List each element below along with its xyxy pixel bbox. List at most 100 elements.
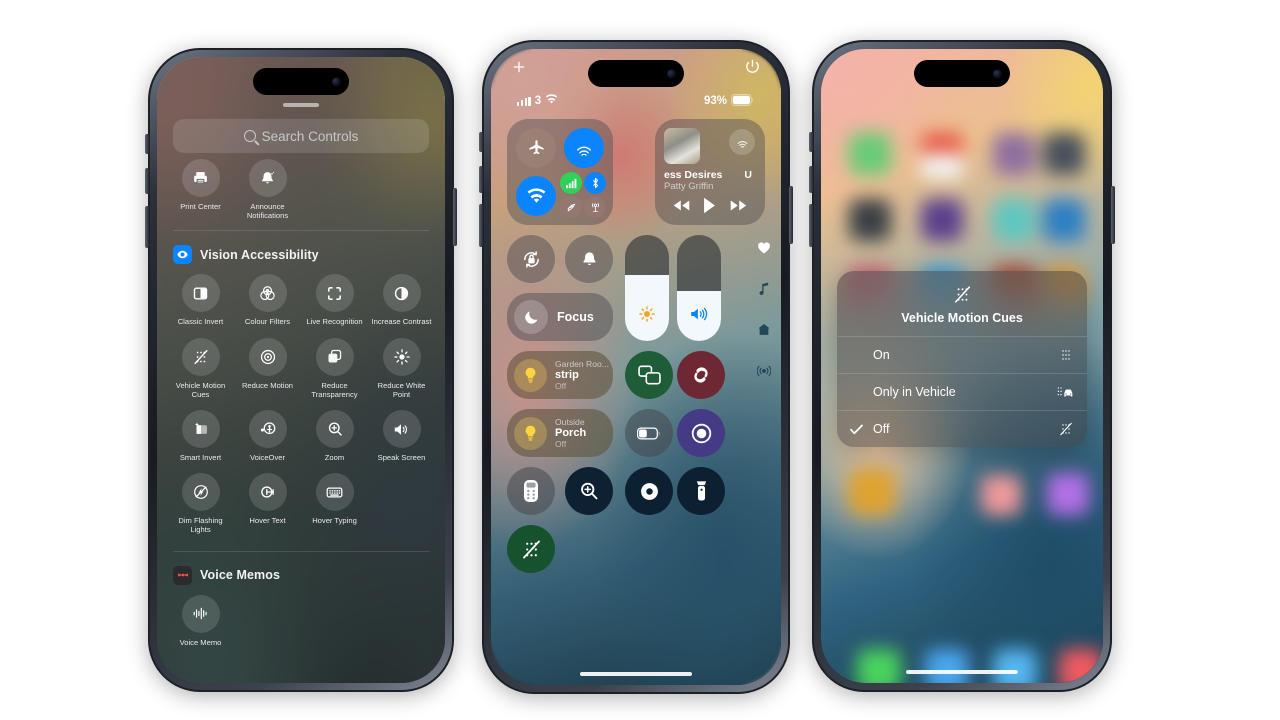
bluetooth-icon[interactable]: [584, 172, 606, 194]
screen-recording-button[interactable]: [677, 409, 725, 457]
volume-down-button[interactable]: [145, 206, 149, 248]
control-smart-invert[interactable]: Smart Invert: [167, 410, 234, 462]
action-button[interactable]: [809, 132, 813, 152]
control-classic-invert[interactable]: Classic Invert: [167, 274, 234, 326]
hover-typing-icon: [315, 473, 354, 512]
hotspot-icon[interactable]: [584, 196, 606, 218]
vehicle-motion-cues-menu[interactable]: Vehicle Motion Cues On Only in Vehicle O…: [837, 271, 1087, 447]
rewind-icon[interactable]: [673, 199, 690, 217]
increase-contrast-icon: [382, 274, 421, 313]
airdrop-icon[interactable]: [564, 128, 604, 168]
phone-center: 3 93% ess Desires U Patty Griffin Focus …: [479, 40, 793, 694]
volume-down-button[interactable]: [809, 204, 813, 247]
fast-forward-icon[interactable]: [730, 199, 747, 217]
classic-invert-icon: [181, 274, 220, 313]
control-vehicle-motion-cues[interactable]: Vehicle Motion Cues: [167, 337, 234, 399]
controls-gallery-list[interactable]: Print Center Announce Notifications Visi…: [157, 157, 445, 683]
volume-slider[interactable]: [677, 235, 721, 341]
music-note-icon[interactable]: [758, 282, 770, 300]
airplay-icon[interactable]: [729, 129, 755, 155]
control-hover-text[interactable]: Hover Text: [234, 473, 301, 534]
control-voice-memo[interactable]: Voice Memo: [167, 594, 234, 647]
control-reduce-motion[interactable]: Reduce Motion: [234, 337, 301, 399]
home-indicator[interactable]: [580, 671, 692, 676]
control-print-center[interactable]: Print Center: [167, 159, 234, 220]
control-hover-typing[interactable]: Hover Typing: [301, 473, 368, 534]
control-reduce-white-point[interactable]: Reduce White Point: [368, 337, 435, 399]
control-label: Voice Memo: [179, 637, 222, 647]
silent-mode-button[interactable]: [565, 235, 613, 283]
menu-option-off[interactable]: Off: [837, 410, 1087, 447]
control-voiceover[interactable]: VoiceOver: [234, 410, 301, 462]
plus-icon[interactable]: [511, 59, 527, 75]
section-header-voice-memos: Voice Memos: [157, 565, 445, 585]
action-button[interactable]: [479, 132, 483, 152]
cellular-icon[interactable]: [560, 172, 582, 194]
vehicle-motion-cues-icon: [181, 337, 220, 376]
broadcast-icon[interactable]: [756, 364, 772, 382]
satellite-icon[interactable]: [560, 196, 582, 218]
search-input[interactable]: Search Controls: [173, 119, 429, 153]
control-live-recognition[interactable]: Live Recognition: [301, 274, 368, 326]
search-placeholder: Search Controls: [261, 128, 359, 144]
heart-icon[interactable]: [757, 241, 771, 259]
screen-mirroring-button[interactable]: [625, 351, 673, 399]
control-colour-filters[interactable]: Colour Filters: [234, 274, 301, 326]
control-label: Dim Flashing Lights: [178, 516, 223, 535]
volume-up-button[interactable]: [479, 166, 483, 193]
menu-option-only-in-vehicle[interactable]: Only in Vehicle: [837, 373, 1087, 410]
shazam-button[interactable]: [677, 351, 725, 399]
action-button[interactable]: [145, 134, 149, 154]
power-button[interactable]: [1111, 186, 1115, 244]
power-icon[interactable]: [744, 58, 761, 75]
control-label: Reduce White Point: [377, 380, 426, 399]
home-tile-outside-porch[interactable]: Outside Porch Off: [507, 409, 613, 457]
voice-memos-icon: [173, 565, 192, 585]
control-label: VoiceOver: [249, 453, 286, 463]
page-indicator: [756, 241, 772, 382]
now-playing-module[interactable]: ess Desires U Patty Griffin: [655, 119, 765, 225]
flashlight-button[interactable]: [677, 467, 725, 515]
control-dim-flashing-lights[interactable]: Dim Flashing Lights: [167, 473, 234, 534]
control-increase-contrast[interactable]: Increase Contrast: [368, 274, 435, 326]
control-label: Reduce Motion: [241, 380, 294, 390]
brightness-slider[interactable]: [625, 235, 669, 341]
vehicle-motion-cues-button[interactable]: [507, 525, 555, 573]
speak-screen-icon: [382, 410, 421, 449]
carrier-count: 3: [534, 95, 542, 107]
focus-button[interactable]: Focus: [507, 293, 613, 341]
wifi-icon[interactable]: [516, 176, 556, 216]
reduce-transparency-icon: [315, 337, 354, 376]
low-power-mode-button[interactable]: [625, 409, 673, 457]
power-button[interactable]: [453, 188, 457, 246]
checkmark-icon: [850, 424, 865, 435]
magnifier-button[interactable]: [565, 467, 613, 515]
control-reduce-transparency[interactable]: Reduce Transparency: [301, 337, 368, 399]
control-zoom[interactable]: Zoom: [301, 410, 368, 462]
cellular-bars-icon: [517, 96, 531, 106]
zoom-icon: [315, 410, 354, 449]
volume-up-button[interactable]: [145, 168, 149, 194]
dim-flashing-lights-icon: [181, 473, 220, 512]
airplane-icon[interactable]: [516, 128, 556, 168]
rotation-lock-button[interactable]: [507, 235, 555, 283]
sun-icon: [638, 305, 656, 328]
control-center-grid: ess Desires U Patty Griffin Focus Garden…: [507, 119, 772, 663]
volume-down-button[interactable]: [479, 204, 483, 247]
home-icon[interactable]: [757, 323, 771, 341]
connectivity-module[interactable]: [507, 119, 613, 225]
control-speak-screen[interactable]: Speak Screen: [368, 410, 435, 462]
sheet-grabber[interactable]: [283, 103, 319, 107]
control-announce-notifications[interactable]: Announce Notifications: [234, 159, 301, 220]
home-tile-garden-room[interactable]: Garden Roo... strip Off: [507, 351, 613, 399]
home-tile-room: Garden Roo...: [555, 358, 609, 369]
volume-up-button[interactable]: [809, 166, 813, 193]
play-icon[interactable]: [702, 197, 717, 219]
home-tile-name: Porch: [555, 426, 587, 439]
menu-option-on[interactable]: On: [837, 336, 1087, 373]
home-indicator[interactable]: [906, 669, 1018, 674]
dark-mode-button[interactable]: [625, 467, 673, 515]
track-artist: Patty Griffin: [664, 181, 714, 192]
apple-tv-remote-button[interactable]: [507, 467, 555, 515]
power-button[interactable]: [789, 186, 793, 244]
